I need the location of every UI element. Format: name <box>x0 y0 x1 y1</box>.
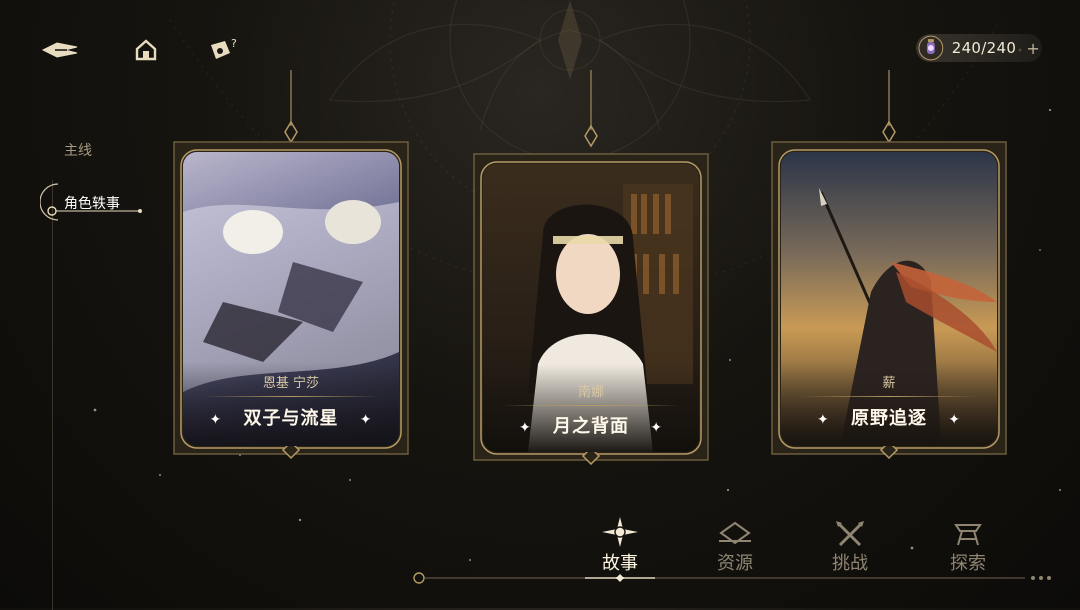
twins-sleeping-art <box>183 152 399 446</box>
resource-icon <box>719 521 751 545</box>
lantern-icon <box>918 35 944 61</box>
svg-text:?: ? <box>231 37 237 50</box>
story-card-wilderness[interactable]: 薪 ✦ 原野追逐 ✦ <box>770 70 1008 460</box>
bottom-rail <box>413 572 1051 584</box>
card-title: ✦ 双子与流星 ✦ <box>209 408 373 429</box>
home-icon <box>135 39 157 61</box>
crossed-swords-icon <box>836 521 864 547</box>
home-button[interactable] <box>126 30 166 70</box>
side-nav-character-stories[interactable]: 角色轶事 <box>64 193 120 213</box>
card-character-names: 薪 <box>882 376 896 391</box>
stamina-value: 240/240 <box>951 39 1017 57</box>
sparkle-icon: ✦ <box>359 412 373 428</box>
sparkle-icon: ✦ <box>948 412 962 428</box>
add-stamina-button[interactable]: + <box>1024 39 1042 58</box>
star-compass-icon <box>602 517 638 547</box>
card-divider <box>800 396 978 397</box>
sparkle-icon: ✦ <box>209 412 223 428</box>
story-card-twins[interactable]: 恩基 宁莎 ✦ 双子与流星 ✦ <box>172 70 410 460</box>
side-nav-main-story[interactable]: 主线 <box>64 140 92 160</box>
sparkle-icon: ✦ <box>650 420 664 436</box>
card-divider <box>502 405 680 406</box>
card-divider <box>202 396 380 397</box>
explore-icon <box>954 524 982 546</box>
card-character-names: 南娜 <box>577 385 604 400</box>
card-title: ✦ 原野追逐 ✦ <box>816 408 962 429</box>
sparkle-icon: ✦ <box>816 412 830 428</box>
back-button[interactable] <box>40 30 80 70</box>
story-card-moon[interactable]: 南娜 ✦ 月之背面 ✦ <box>472 70 710 465</box>
stamina-counter: 240/240 + <box>916 34 1042 62</box>
back-arrow-icon <box>41 42 78 58</box>
sparkle-icon: ✦ <box>518 420 532 436</box>
help-button[interactable]: ? <box>204 30 244 70</box>
card-character-names: 恩基 宁莎 <box>262 376 320 391</box>
card-title: ✦ 月之背面 ✦ <box>518 416 664 437</box>
help-icon: ? <box>211 37 237 59</box>
side-nav-line <box>52 180 53 610</box>
spear-warrior-art <box>781 152 997 446</box>
girl-library-art <box>483 164 699 452</box>
